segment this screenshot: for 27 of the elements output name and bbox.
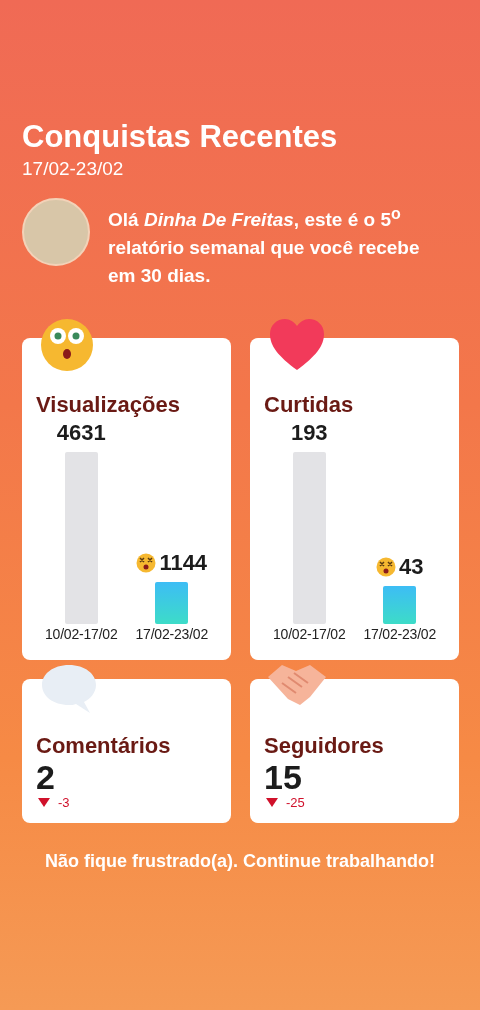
bar-label: 17/02-23/02 — [135, 626, 208, 643]
bar-label: 10/02-17/02 — [273, 626, 346, 643]
stat-value: 15 — [264, 759, 303, 796]
stat-change: -3 — [58, 795, 70, 811]
heart-icon — [268, 318, 326, 373]
bar-label: 17/02-23/02 — [363, 626, 436, 643]
speech-bubble-icon — [40, 663, 98, 716]
bar — [383, 586, 417, 625]
bar-value: 193 — [290, 420, 328, 447]
bar — [155, 581, 189, 625]
bar-label: 10/02-17/02 — [45, 626, 118, 643]
card-title: Seguidores — [264, 733, 385, 760]
down-triangle-icon — [38, 798, 50, 808]
card-title: Comentários — [36, 733, 172, 760]
stat-value: 2 — [36, 759, 56, 796]
bar-value: 4631 — [56, 420, 106, 447]
bar-value: 43 — [399, 554, 424, 580]
card-title: Visualizações — [36, 392, 181, 419]
page-title: Conquistas Recentes — [22, 118, 339, 156]
handshake-icon — [266, 663, 328, 708]
bar-value: 1144 — [159, 549, 208, 576]
card-title: Curtidas — [264, 392, 355, 419]
stat-change: -25 — [286, 795, 305, 811]
motivation-text: Não fique frustrado(a). Continue trabalhando! — [44, 851, 436, 873]
date-range: 17/02-23/02 — [22, 158, 125, 180]
down-triangle-icon — [266, 798, 278, 808]
greeting-text: Olá Dinha De Freitas, este é o 5$^{o}$ relatório semanal que você recebe em 30 dias. — [108, 204, 421, 289]
